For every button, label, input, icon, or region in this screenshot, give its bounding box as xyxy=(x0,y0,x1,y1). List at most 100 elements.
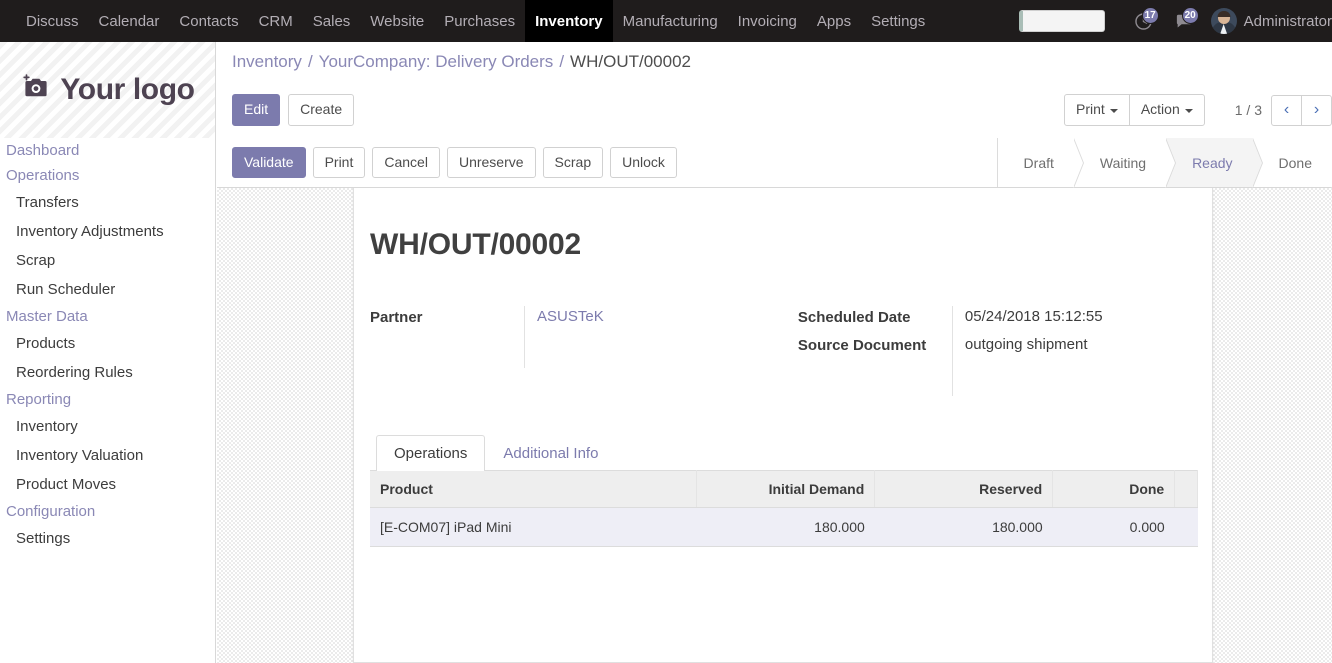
menu-item-apps[interactable]: Apps xyxy=(807,0,861,42)
tab-operations[interactable]: Operations xyxy=(376,435,486,471)
column-header-initial-demand[interactable]: Initial Demand xyxy=(696,470,876,508)
table-header: Product Initial Demand Reserved Done xyxy=(370,470,1198,508)
sidebar-section-reporting[interactable]: Reporting xyxy=(0,387,215,412)
breadcrumb-item-inventory[interactable]: Inventory xyxy=(232,52,302,72)
activities-badge-count: 17 xyxy=(1141,7,1159,24)
validate-button[interactable]: Validate xyxy=(232,146,306,179)
sidebar-item-inventory-adjustments[interactable]: Inventory Adjustments xyxy=(0,217,215,246)
column-header-trailing xyxy=(1174,470,1198,508)
menu-item-invoicing[interactable]: Invoicing xyxy=(728,0,807,42)
action-dropdown-button[interactable]: Action xyxy=(1128,94,1205,126)
sidebar-section-operations[interactable]: Operations xyxy=(0,163,215,188)
print-dropdown-button[interactable]: Print xyxy=(1064,94,1130,126)
scrap-button[interactable]: Scrap xyxy=(542,146,604,179)
sidebar-item-reordering-rules[interactable]: Reordering Rules xyxy=(0,358,215,387)
column-header-done[interactable]: Done xyxy=(1052,470,1176,508)
sidebar-item-settings[interactable]: Settings xyxy=(0,524,215,553)
operations-lines-table: Product Initial Demand Reserved Done [E-… xyxy=(370,470,1198,547)
chevron-left-icon: ‹ xyxy=(1283,101,1290,118)
form-fields: Partner ASUSTeK Scheduled Date 05/24/201… xyxy=(370,306,1196,396)
menu-item-sales[interactable]: Sales xyxy=(303,0,361,42)
menu-item-settings[interactable]: Settings xyxy=(861,0,935,42)
column-header-reserved[interactable]: Reserved xyxy=(874,470,1054,508)
breadcrumb-separator: / xyxy=(559,52,565,71)
form-fields-right: Scheduled Date 05/24/2018 15:12:55 Sourc… xyxy=(798,306,1196,396)
sidebar-item-run-scheduler[interactable]: Run Scheduler xyxy=(0,275,215,304)
sidebar-item-product-moves[interactable]: Product Moves xyxy=(0,470,215,499)
navbar-search-input[interactable] xyxy=(1018,10,1105,32)
notebook-tabs: Operations Additional Info xyxy=(370,434,1196,471)
table-row[interactable]: [E-COM07] iPad Mini 180.000 180.000 0.00… xyxy=(370,507,1198,547)
activities-menu-button[interactable]: 17 xyxy=(1127,0,1161,42)
pager-next-button[interactable]: › xyxy=(1301,94,1332,126)
menu-item-manufacturing[interactable]: Manufacturing xyxy=(613,0,728,42)
menu-item-website[interactable]: Website xyxy=(360,0,434,42)
top-navbar: Discuss Calendar Contacts CRM Sales Webs… xyxy=(0,0,1332,42)
field-partner: Partner ASUSTeK xyxy=(370,306,798,368)
breadcrumb-item-delivery-orders[interactable]: YourCompany: Delivery Orders xyxy=(319,52,554,72)
pager: 1 / 3 ‹ › xyxy=(1235,94,1332,126)
breadcrumb-separator: / xyxy=(307,52,313,71)
user-name-label: Administrator xyxy=(1243,12,1332,30)
status-step-waiting[interactable]: Waiting xyxy=(1073,138,1177,188)
cell-reserved[interactable]: 180.000 xyxy=(874,507,1053,547)
cell-done[interactable]: 0.000 xyxy=(1052,507,1175,547)
unreserve-button[interactable]: Unreserve xyxy=(446,146,536,179)
app-sidebar: Your logo Dashboard Operations Transfers… xyxy=(0,42,216,663)
field-partner-value[interactable]: ASUSTeK xyxy=(537,308,604,325)
breadcrumb-item-current: WH/OUT/00002 xyxy=(570,52,691,71)
menu-item-calendar[interactable]: Calendar xyxy=(89,0,170,42)
field-source-document-value-cell[interactable]: outgoing shipment xyxy=(951,334,1196,396)
form-fields-left: Partner ASUSTeK xyxy=(370,306,798,396)
messaging-menu-button[interactable]: 20 xyxy=(1167,0,1201,42)
pager-value[interactable]: 1 / 3 xyxy=(1235,102,1262,118)
chevron-down-icon xyxy=(1184,108,1193,113)
cell-product[interactable]: [E-COM07] iPad Mini xyxy=(370,507,697,547)
user-menu-button[interactable]: Administrator xyxy=(1207,8,1332,34)
status-step-draft[interactable]: Draft xyxy=(996,138,1085,188)
sidebar-item-scrap[interactable]: Scrap xyxy=(0,246,215,275)
sidebar-item-transfers[interactable]: Transfers xyxy=(0,188,215,217)
cell-trailing xyxy=(1174,507,1198,547)
sidebar-section-dashboard[interactable]: Dashboard xyxy=(0,138,215,163)
menu-item-discuss[interactable]: Discuss xyxy=(16,0,89,42)
sidebar-item-inventory[interactable]: Inventory xyxy=(0,412,215,441)
navbar-right-tools: 17 20 Administrator xyxy=(1018,0,1332,42)
status-steps: Draft Waiting Ready Done xyxy=(996,138,1332,188)
sidebar-item-products[interactable]: Products xyxy=(0,329,215,358)
edit-button[interactable]: Edit xyxy=(232,94,281,126)
status-step-done[interactable]: Done xyxy=(1252,138,1332,188)
field-scheduled-date-label: Scheduled Date xyxy=(797,309,911,326)
unlock-button[interactable]: Unlock xyxy=(610,146,677,179)
sidebar-section-master-data[interactable]: Master Data xyxy=(0,304,215,329)
company-logo-text: Your logo xyxy=(60,73,195,106)
messaging-badge-count: 20 xyxy=(1181,7,1199,24)
table-body: [E-COM07] iPad Mini 180.000 180.000 0.00… xyxy=(370,507,1198,547)
table-header-row: Product Initial Demand Reserved Done xyxy=(370,470,1198,508)
page-title: WH/OUT/00002 xyxy=(370,228,581,261)
company-logo[interactable]: Your logo xyxy=(0,42,215,138)
statusbar-action-buttons: Validate Print Cancel Unreserve Scrap Un… xyxy=(232,146,684,179)
status-step-ready[interactable]: Ready xyxy=(1166,138,1264,188)
menu-item-contacts[interactable]: Contacts xyxy=(169,0,248,42)
sidebar-section-configuration[interactable]: Configuration xyxy=(0,499,215,524)
cancel-button[interactable]: Cancel xyxy=(372,146,440,179)
form-sheet: WH/OUT/00002 Partner ASUSTeK Scheduled D… xyxy=(353,188,1213,663)
print-action-group: Print Action xyxy=(1064,94,1205,126)
chevron-right-icon: › xyxy=(1313,101,1320,118)
field-scheduled-date-value-cell[interactable]: 05/24/2018 15:12:55 xyxy=(951,306,1196,334)
print-button[interactable]: Print xyxy=(312,146,366,179)
menu-item-purchases[interactable]: Purchases xyxy=(434,0,525,42)
menu-item-inventory[interactable]: Inventory xyxy=(525,0,613,42)
sidebar-item-inventory-valuation[interactable]: Inventory Valuation xyxy=(0,441,215,470)
column-header-product[interactable]: Product xyxy=(370,470,698,508)
field-partner-value-cell[interactable]: ASUSTeK xyxy=(524,306,798,368)
tab-additional-info[interactable]: Additional Info xyxy=(485,435,616,471)
main-content: Inventory / YourCompany: Delivery Orders… xyxy=(217,42,1332,663)
control-panel-buttons: Edit Create Print Action 1 / 3 ‹ › xyxy=(217,82,1332,138)
create-button[interactable]: Create xyxy=(288,94,355,126)
main-app-menu: Discuss Calendar Contacts CRM Sales Webs… xyxy=(16,0,935,42)
menu-item-crm[interactable]: CRM xyxy=(249,0,303,42)
pager-previous-button[interactable]: ‹ xyxy=(1271,94,1302,126)
cell-initial-demand[interactable]: 180.000 xyxy=(696,507,875,547)
